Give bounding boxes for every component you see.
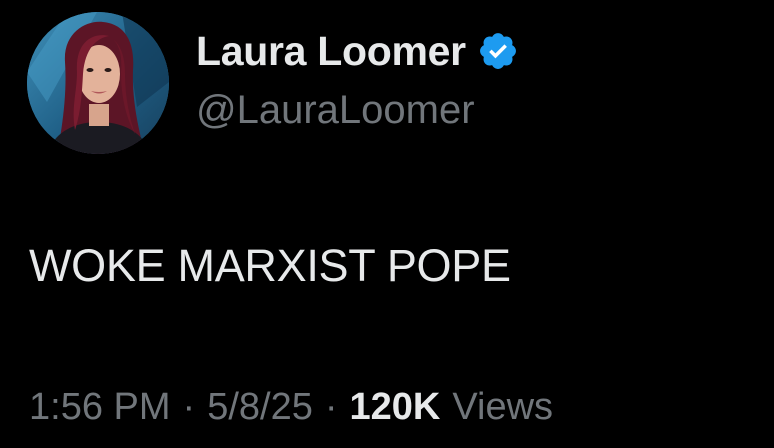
views-label: Views: [452, 386, 554, 428]
display-name[interactable]: Laura Loomer: [196, 28, 466, 75]
tweet-card: Laura Loomer @LauraLoomer WOKE MARXIST P…: [0, 0, 774, 448]
views-count[interactable]: 120K: [350, 386, 441, 429]
tweet-meta: 1:56 PM · 5/8/25 · 120K Views: [29, 386, 553, 429]
tweet-text: WOKE MARXIST POPE: [29, 240, 511, 291]
meta-separator: ·: [324, 386, 338, 428]
tweet-time[interactable]: 1:56 PM: [29, 386, 171, 429]
tweet-date[interactable]: 5/8/25: [207, 386, 313, 429]
verified-badge-icon: [479, 33, 516, 69]
author-name-row[interactable]: Laura Loomer: [196, 26, 519, 76]
avatar-image: [27, 12, 169, 154]
avatar[interactable]: [27, 12, 169, 154]
author-handle[interactable]: @LauraLoomer: [196, 88, 475, 133]
meta-separator: ·: [182, 386, 196, 428]
